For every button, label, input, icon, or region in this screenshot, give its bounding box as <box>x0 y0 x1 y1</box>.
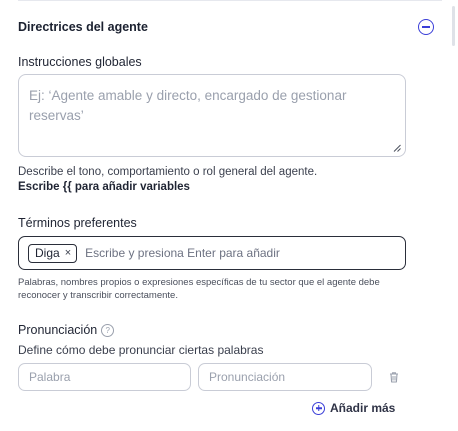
resize-grip-icon[interactable] <box>393 144 401 152</box>
plus-circle-icon <box>312 401 325 415</box>
collapse-minus-icon[interactable] <box>418 19 434 35</box>
pronunciation-label: Pronunciación <box>18 323 98 337</box>
preferred-terms-input[interactable]: Diga × Escribe y presiona Enter para aña… <box>18 236 406 270</box>
add-more-button[interactable]: Añadir más <box>312 401 395 415</box>
global-instructions-placeholder: Ej: ‘Agente amable y directo, encargado … <box>29 88 347 123</box>
preferred-terms-helper: Palabras, nombres propios o expresiones … <box>18 277 380 301</box>
help-icon[interactable]: ? <box>101 324 115 337</box>
pronunciation-description: Define cómo debe pronunciar ciertas pala… <box>18 343 264 357</box>
preferred-terms-placeholder: Escribe y presiona Enter para añadir <box>85 246 280 260</box>
top-divider <box>18 0 442 1</box>
pronunciation-label-row: Pronunciación? <box>18 323 115 337</box>
preferred-terms-label: Términos preferentes <box>18 216 137 230</box>
variables-hint: Escribe {{ para añadir variables <box>18 181 190 193</box>
word-input[interactable] <box>18 363 191 391</box>
global-instructions-helper: Describe el tono, comportamiento o rol g… <box>18 166 318 178</box>
scrollbar-thumb[interactable] <box>452 6 455 46</box>
remove-chip-icon[interactable]: × <box>65 247 71 259</box>
term-chip: Diga × <box>28 243 78 263</box>
trash-icon[interactable] <box>387 370 401 384</box>
term-chip-label: Diga <box>35 246 60 260</box>
global-instructions-label: Instrucciones globales <box>18 55 142 69</box>
section-title: Directrices del agente <box>18 20 148 34</box>
global-instructions-textarea[interactable]: Ej: ‘Agente amable y directo, encargado … <box>18 74 406 157</box>
pronunciation-input[interactable] <box>198 363 372 391</box>
add-more-label: Añadir más <box>330 401 396 415</box>
